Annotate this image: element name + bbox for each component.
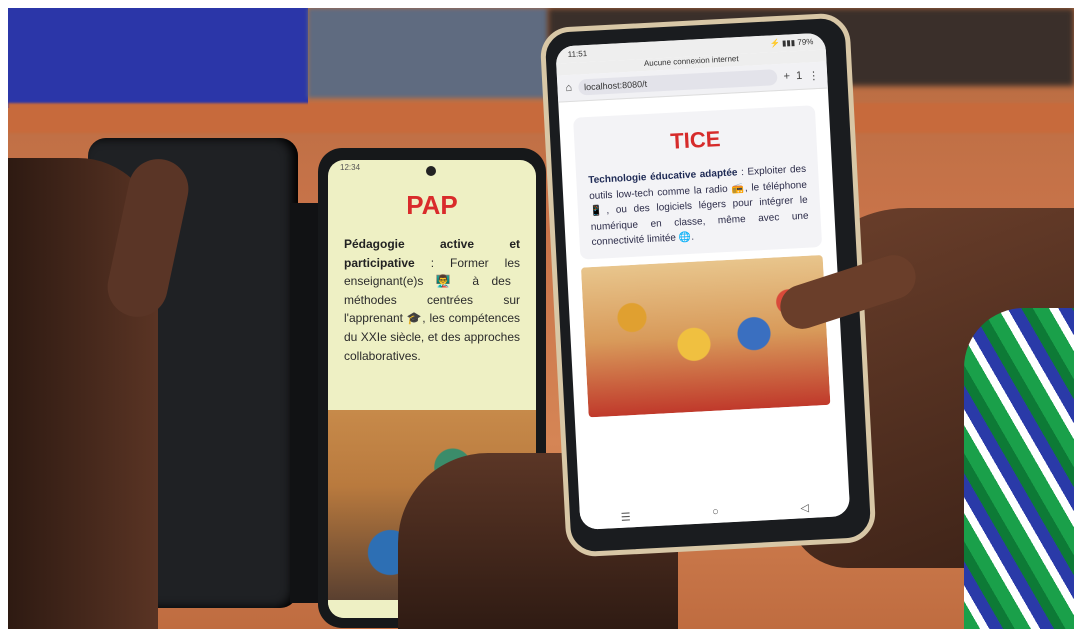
- camera-icon: [426, 166, 436, 176]
- table-edge: [8, 103, 1074, 133]
- android-nav-bar: ☰ ○ ◁: [579, 493, 851, 531]
- status-icons: ⚡ ▮▮▮ 79%: [769, 37, 814, 49]
- description-text: Pédagogie active et participative : Form…: [328, 221, 536, 365]
- home-icon[interactable]: ⌂: [565, 82, 572, 94]
- tabs-icon[interactable]: 1: [796, 70, 803, 82]
- status-time: 11:51: [567, 49, 588, 60]
- back-icon[interactable]: ◁: [800, 501, 809, 514]
- page-title: TICE: [669, 126, 722, 154]
- patterned-cloth: [964, 308, 1074, 629]
- recents-icon[interactable]: ☰: [621, 510, 631, 524]
- phone-case-hinge: [290, 203, 320, 603]
- description-text: Technologie éducative adaptée : Exploite…: [588, 162, 810, 251]
- background-wall: [8, 8, 308, 108]
- url-bar[interactable]: localhost:8080/t: [577, 69, 779, 96]
- students-illustration: [580, 254, 831, 417]
- menu-icon[interactable]: ⋮: [808, 68, 820, 82]
- page-title: PAP: [406, 190, 458, 220]
- background-person: [308, 8, 548, 98]
- description: : Former les enseignant(e)s 👨‍🏫 à des mé…: [344, 255, 520, 363]
- new-tab-icon[interactable]: +: [783, 70, 790, 82]
- photo: 12:34 PAP Pédagogie active et participat…: [8, 8, 1074, 629]
- content-card: TICE Technologie éducative adaptée : Exp…: [573, 105, 823, 260]
- home-button-icon[interactable]: ○: [712, 506, 719, 518]
